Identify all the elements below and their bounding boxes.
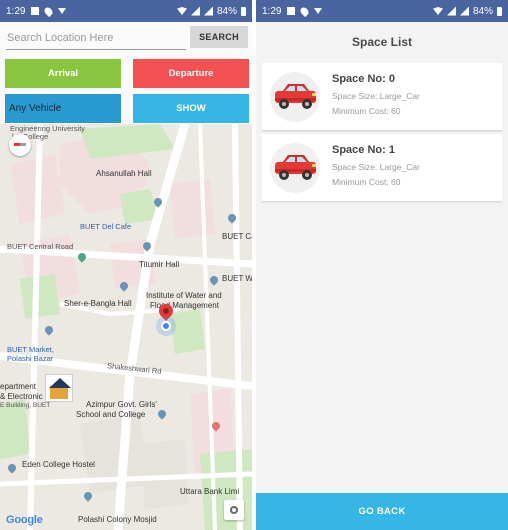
battery-icon [497, 6, 502, 16]
my-location-dot [161, 321, 171, 331]
car-icon [270, 143, 320, 193]
map-label: & Electronic [0, 392, 43, 401]
map-label: School and College [76, 410, 146, 419]
garage-icon[interactable] [45, 374, 73, 402]
signal-icon [446, 6, 456, 16]
my-location-icon[interactable] [224, 500, 244, 520]
space-size: Space Size: Large_Car [332, 91, 420, 101]
search-input[interactable] [6, 26, 186, 50]
map-label: Ahsanullah Hall [96, 169, 152, 178]
page-title: Space List [351, 35, 413, 49]
map-label: epartment [0, 382, 37, 391]
download-icon [58, 8, 67, 14]
gallery-icon [31, 7, 40, 15]
space-number: Space No: 1 [332, 144, 395, 156]
minimum-cost: Minimum Cost: 60 [332, 177, 401, 187]
compass-icon[interactable] [9, 134, 31, 156]
status-bar: 1:29 84% [0, 0, 252, 22]
status-time: 1:29 [6, 5, 26, 17]
map-label: Eden College Hostel [22, 460, 95, 469]
download-icon [314, 8, 323, 14]
battery-text: 84% [216, 5, 237, 17]
location-icon [43, 5, 55, 17]
map-label: E Building, BUET [0, 402, 51, 409]
departure-button[interactable]: Departure [133, 59, 249, 88]
car-icon [270, 72, 320, 122]
list-item[interactable]: Space No: 0 Space Size: Large_Car Minimu… [262, 63, 502, 131]
location-icon [299, 5, 311, 17]
signal-icon [190, 6, 200, 16]
search-button[interactable]: SEARCH [190, 26, 248, 48]
map-label: Polashi Colony Mosjid [78, 515, 157, 524]
google-logo: Google [6, 514, 43, 526]
map-label: BUET Market, [7, 345, 54, 354]
go-back-button[interactable]: GO BACK [256, 493, 508, 530]
arrival-button[interactable]: Arrival [5, 59, 121, 88]
map-label: BUET Ca [222, 232, 252, 241]
signal-icon [203, 6, 213, 16]
map-view[interactable]: Engineering University l & College Ahsan… [0, 124, 252, 530]
map-label: BUET Del Cafe [80, 222, 132, 231]
map-label: Azimpur Govt. Girls' [86, 400, 157, 409]
map-label: Uttara Bank Limi [180, 487, 240, 496]
gallery-icon [287, 7, 296, 15]
map-label: Polashi Bazar [7, 354, 54, 363]
minimum-cost: Minimum Cost: 60 [332, 106, 401, 116]
status-time: 1:29 [262, 5, 282, 17]
map-label: Institute of Water and [146, 291, 222, 300]
map-label: Titumir Hall [139, 260, 180, 269]
battery-text: 84% [472, 5, 493, 17]
map-label: BUET Central Road [7, 242, 74, 251]
battery-icon [241, 6, 246, 16]
screen-header: Space List [256, 22, 508, 62]
signal-icon [459, 6, 469, 16]
wifi-icon [176, 7, 187, 15]
wifi-icon [432, 7, 443, 15]
map-label: Sher-e-Bangla Hall [64, 299, 132, 308]
map-screen: 1:29 84% SEARCH Arrival Departure Any Ve… [0, 0, 252, 530]
status-bar: 1:29 84% [256, 0, 508, 22]
space-number: Space No: 0 [332, 73, 395, 85]
map-canvas [0, 124, 252, 530]
show-button[interactable]: SHOW [133, 94, 249, 123]
map-label: BUET W [222, 274, 252, 283]
search-bar: SEARCH [6, 26, 248, 50]
vehicle-selector[interactable]: Any Vehicle [5, 94, 121, 123]
list-item[interactable]: Space No: 1 Space Size: Large_Car Minimu… [262, 134, 502, 202]
space-size: Space Size: Large_Car [332, 162, 420, 172]
space-list-screen: 1:29 84% Space List Space No: 0 Space Si… [256, 0, 508, 530]
